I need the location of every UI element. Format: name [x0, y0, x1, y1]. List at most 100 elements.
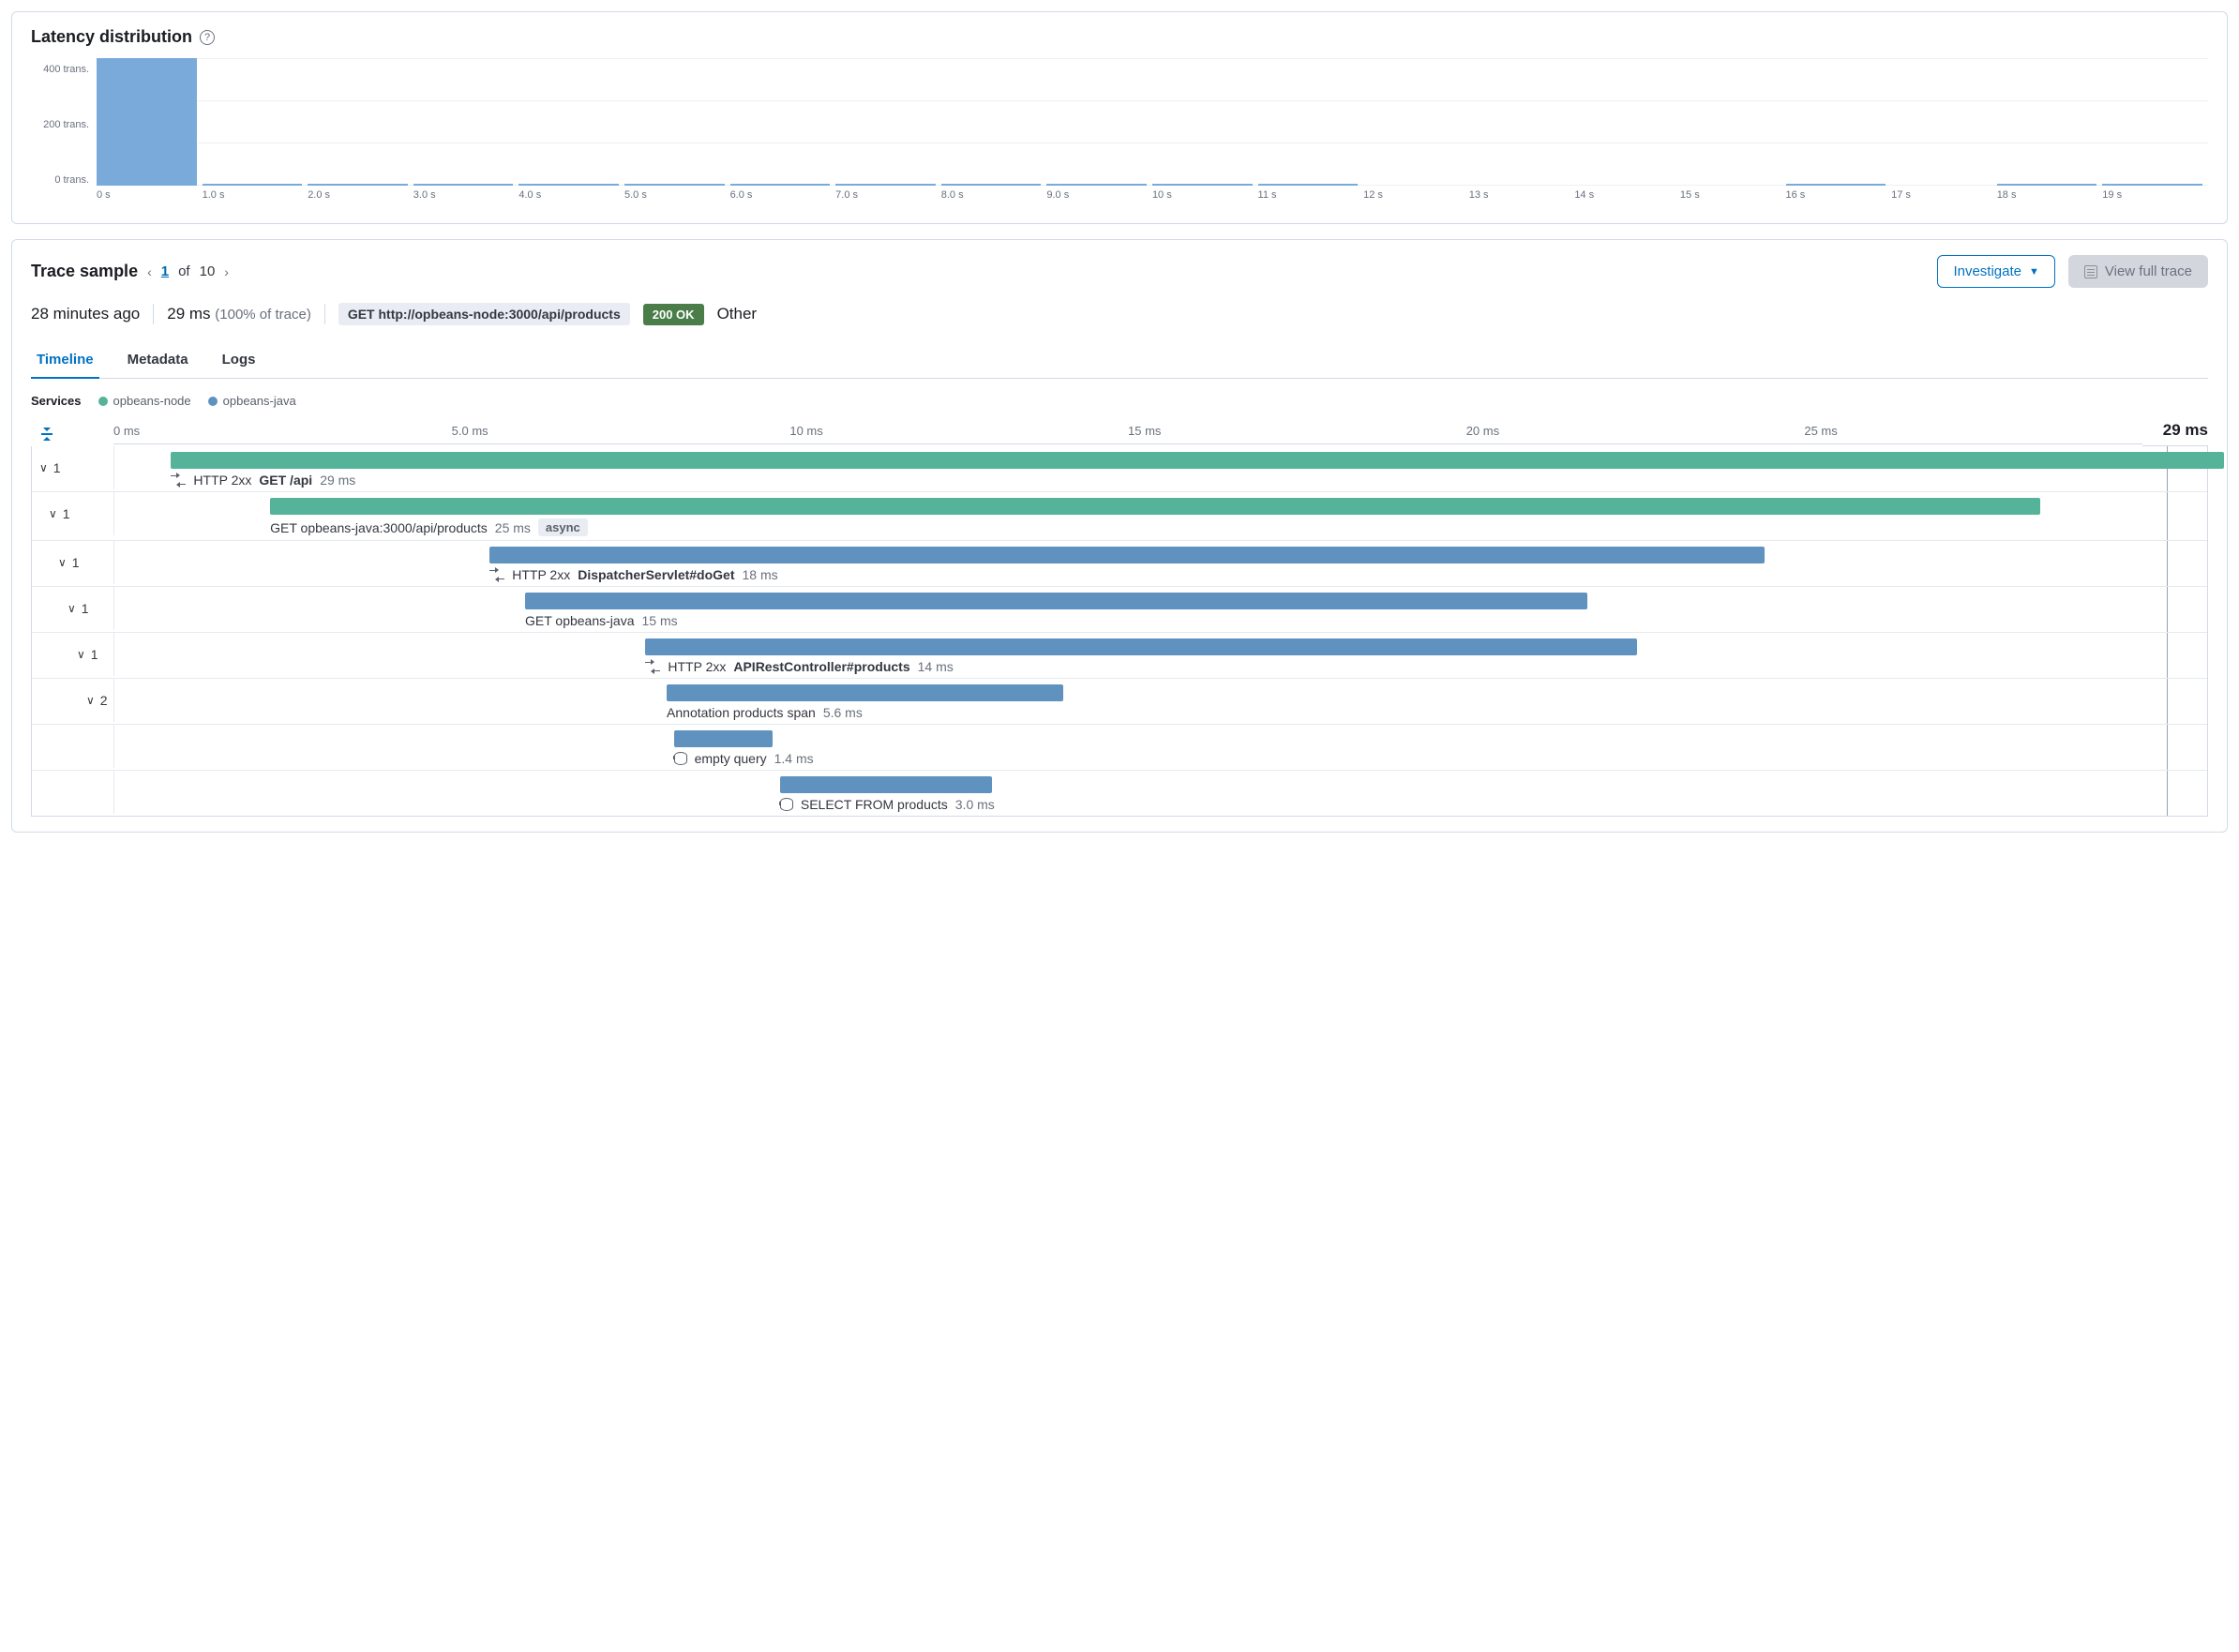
chevron-down-icon[interactable]: ∨: [58, 556, 67, 569]
chart-bar[interactable]: [1152, 184, 1253, 186]
span-bar[interactable]: [667, 684, 1063, 701]
chart-bar[interactable]: [308, 184, 408, 186]
chart-x-tick: 19 s: [2102, 189, 2208, 208]
span-row[interactable]: ∨1GET opbeans-java15 ms: [32, 587, 2207, 633]
timeline-tick: 25 ms: [1804, 424, 2142, 438]
span-track[interactable]: empty query1.4 ms: [114, 725, 2207, 770]
chevron-down-icon[interactable]: ∨: [77, 648, 85, 661]
chart-bar[interactable]: [2102, 184, 2202, 186]
chart-bar[interactable]: [1786, 184, 1886, 186]
span-gutter[interactable]: ∨2: [32, 679, 114, 722]
span-bar[interactable]: [270, 498, 2040, 515]
chart-bar[interactable]: [624, 184, 725, 186]
trace-header: Trace sample ‹ 1 of 10 › Investigate ▼ V…: [31, 255, 2208, 288]
span-track[interactable]: HTTP 2xxDispatcherServlet#doGet18 ms: [114, 541, 2207, 586]
span-name: APIRestController#products: [733, 659, 909, 674]
pager-current[interactable]: 1: [161, 263, 169, 279]
span-bar[interactable]: [645, 638, 1636, 655]
tab-logs[interactable]: Logs: [217, 342, 262, 379]
span-row[interactable]: SELECT FROM products3.0 ms: [32, 771, 2207, 816]
span-gutter[interactable]: [32, 725, 114, 768]
chart-x-tick: 13 s: [1469, 189, 1575, 208]
services-legend: Services opbeans-nodeopbeans-java: [31, 394, 2208, 408]
span-track[interactable]: SELECT FROM products3.0 ms: [114, 771, 2207, 816]
span-track[interactable]: HTTP 2xxAPIRestController#products14 ms: [114, 633, 2207, 678]
chart-x-tick: 15 s: [1680, 189, 1786, 208]
chart-x-tick: 2.0 s: [308, 189, 413, 208]
span-gutter[interactable]: ∨1: [32, 541, 114, 584]
async-badge: async: [538, 518, 588, 536]
investigate-label: Investigate: [1953, 263, 2021, 279]
span-row[interactable]: ∨1HTTP 2xxGET /api29 ms: [32, 446, 2207, 492]
span-bar[interactable]: [171, 452, 2224, 469]
chevron-down-icon[interactable]: ∨: [86, 694, 95, 707]
span-bar[interactable]: [780, 776, 993, 793]
chevron-down-icon[interactable]: ∨: [49, 507, 57, 520]
collapse-all-icon[interactable]: [38, 428, 55, 441]
span-gutter[interactable]: ∨1: [32, 492, 114, 535]
chart-bar[interactable]: [203, 184, 303, 186]
span-gutter[interactable]: ∨1: [32, 446, 114, 489]
span-gutter[interactable]: [32, 771, 114, 814]
span-gutter[interactable]: ∨1: [32, 633, 114, 676]
tab-metadata[interactable]: Metadata: [122, 342, 194, 379]
span-bar[interactable]: [525, 593, 1587, 609]
request-response-icon: [171, 474, 186, 486]
span-bar[interactable]: [489, 547, 1764, 563]
pager-next[interactable]: ›: [224, 264, 229, 279]
chart-bar[interactable]: [1258, 184, 1359, 186]
chevron-down-icon[interactable]: ∨: [39, 461, 48, 474]
chart-x-tick: 5.0 s: [624, 189, 730, 208]
chart-x-tick: 6.0 s: [730, 189, 836, 208]
span-track[interactable]: Annotation products span5.6 ms: [114, 679, 2207, 724]
span-track[interactable]: GET opbeans-java15 ms: [114, 587, 2207, 632]
tab-timeline[interactable]: Timeline: [31, 342, 99, 379]
timeline-max: 29 ms: [2142, 421, 2208, 446]
pager-prev[interactable]: ‹: [147, 264, 152, 279]
pager-total: 10: [200, 263, 216, 279]
help-icon[interactable]: ?: [200, 30, 215, 45]
chart-bar[interactable]: [835, 184, 936, 186]
span-row[interactable]: ∨2Annotation products span5.6 ms: [32, 679, 2207, 725]
chart-plot: 0 s1.0 s2.0 s3.0 s4.0 s5.0 s6.0 s7.0 s8.…: [97, 58, 2208, 208]
chevron-down-icon[interactable]: ∨: [68, 602, 76, 615]
span-name: DispatcherServlet#doGet: [578, 567, 734, 582]
span-gutter[interactable]: ∨1: [32, 587, 114, 630]
span-label: HTTP 2xxAPIRestController#products14 ms: [645, 659, 2168, 674]
chart-x-axis: 0 s1.0 s2.0 s3.0 s4.0 s5.0 s6.0 s7.0 s8.…: [97, 189, 2208, 208]
trace-duration: 29 ms: [167, 305, 210, 323]
chart-bar[interactable]: [1997, 184, 2097, 186]
latency-title-text: Latency distribution: [31, 27, 192, 47]
chart-x-tick: 12 s: [1363, 189, 1469, 208]
timeline-tick: 10 ms: [789, 424, 1128, 438]
chart-bar[interactable]: [730, 184, 831, 186]
chart-bar[interactable]: [413, 184, 514, 186]
span-duration: 3.0 ms: [955, 797, 995, 812]
investigate-button[interactable]: Investigate ▼: [1937, 255, 2054, 288]
chart-y-tick: 200 trans.: [43, 119, 89, 130]
span-row[interactable]: ∨1HTTP 2xxDispatcherServlet#doGet18 ms: [32, 541, 2207, 587]
chart-bar[interactable]: [1046, 184, 1147, 186]
trace-meta: 28 minutes ago 29 ms (100% of trace) GET…: [31, 303, 2208, 325]
span-child-count: 2: [100, 693, 108, 708]
span-track[interactable]: HTTP 2xxGET /api29 ms: [114, 446, 2207, 491]
chart-bars[interactable]: [97, 58, 2208, 186]
chart-bar[interactable]: [941, 184, 1042, 186]
chevron-down-icon: ▼: [2029, 266, 2039, 278]
span-bar[interactable]: [674, 730, 774, 747]
chart-bar[interactable]: [97, 58, 197, 186]
chart-x-tick: 7.0 s: [835, 189, 941, 208]
span-row[interactable]: ∨1 GET opbeans-java:3000/api/products25 m…: [32, 492, 2207, 541]
legend-item[interactable]: opbeans-node: [98, 394, 191, 408]
span-duration: 15 ms: [641, 613, 677, 628]
view-trace-label: View full trace: [2105, 263, 2192, 279]
chart-x-tick: 18 s: [1997, 189, 2103, 208]
span-row[interactable]: ∨1 HTTP 2xxAPIRestController#products14 m…: [32, 633, 2207, 679]
chart-bar[interactable]: [518, 184, 619, 186]
span-track[interactable]: GET opbeans-java:3000/api/products25 msa…: [114, 492, 2207, 540]
span-row[interactable]: empty query1.4 ms: [32, 725, 2207, 771]
chart-y-tick: 400 trans.: [43, 64, 89, 75]
span-label: GET opbeans-java:3000/api/products25 msa…: [270, 518, 2168, 536]
legend-item[interactable]: opbeans-java: [208, 394, 296, 408]
trace-tabs: Timeline Metadata Logs: [31, 342, 2208, 379]
